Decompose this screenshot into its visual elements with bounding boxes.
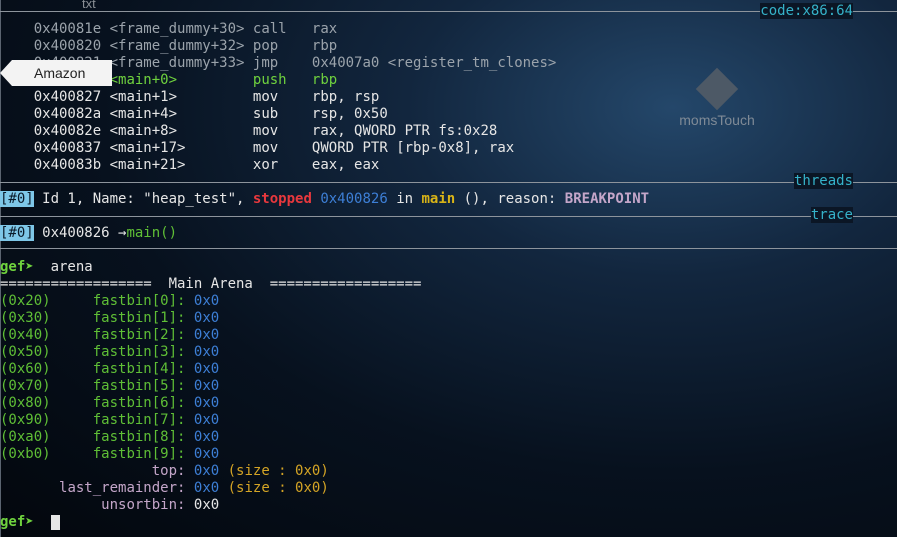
fastbin-row: (0x90) fastbin[7]: 0x0: [0, 412, 220, 428]
watermark: momsTouch: [672, 67, 762, 128]
watermark-label: momsTouch: [679, 112, 755, 128]
thread-state: stopped: [252, 191, 312, 207]
thread-index: [#0]: [0, 191, 34, 207]
trace-separator: [0, 216, 897, 217]
last-remainder-row: last_remainder: 0x0 (size : 0x0): [59, 480, 329, 496]
fastbin-row: (0x50) fastbin[3]: 0x0: [0, 344, 220, 360]
fastbin-row: (0xb0) fastbin[9]: 0x0: [0, 446, 220, 462]
fastbin-row: (0xa0) fastbin[8]: 0x0: [0, 429, 220, 445]
fastbin-row: (0x60) fastbin[4]: 0x0: [0, 361, 220, 377]
bottom-separator: [0, 248, 897, 249]
bookmark-tab-amazon[interactable]: Amazon: [0, 60, 112, 86]
threads-separator: [0, 182, 897, 183]
trace-index: [#0]: [0, 225, 34, 241]
disasm-line-5[interactable]: 0x40082a <main+4> sub rsp, 0x50: [0, 106, 388, 123]
section-label-trace: trace: [810, 207, 853, 223]
disasm-line-6[interactable]: 0x40082e <main+8> mov rax, QWORD PTR fs:…: [0, 123, 498, 140]
fastbin-row: (0x30) fastbin[1]: 0x0: [0, 310, 220, 326]
gef-prompt: gef➤: [0, 259, 34, 275]
gef-prompt: gef➤: [0, 514, 34, 530]
fastbin-row: (0x20) fastbin[0]: 0x0: [0, 293, 220, 309]
disasm-line-1[interactable]: 0x400820 <frame_dummy+32> pop rbp: [0, 38, 337, 55]
bookmark-label: Amazon: [34, 65, 86, 81]
unsortbin-row: unsortbin: 0x0: [101, 497, 220, 513]
arena-header: ================== Main Arena ==========…: [0, 276, 422, 292]
thread-line[interactable]: [#0] Id 1, Name: "heap_test", stopped 0x…: [0, 191, 649, 208]
top-chunk-row: top: 0x0 (size : 0x0): [151, 463, 329, 479]
moms-logo-icon: [695, 67, 739, 111]
stop-reason: BREAKPOINT: [564, 191, 650, 207]
disasm-line-4[interactable]: 0x400827 <main+1> mov rbp, rsp: [0, 89, 380, 106]
trace-line[interactable]: [#0] 0x400826 →main(): [0, 225, 177, 242]
section-label-code: code:x86:64: [760, 3, 853, 19]
terminal-window[interactable]: txt momsTouch code:x86:64 0x40081e <fram…: [0, 0, 897, 537]
text-cursor: [50, 514, 60, 530]
section-label-threads: threads: [793, 173, 853, 189]
disasm-line-0[interactable]: 0x40081e <frame_dummy+30> call rax: [0, 21, 337, 38]
disasm-line-7[interactable]: 0x400837 <main+17> mov QWORD PTR [rbp-0x…: [0, 140, 514, 157]
command-line-active[interactable]: gef➤: [0, 514, 60, 531]
fastbin-row: (0x70) fastbin[5]: 0x0: [0, 378, 220, 394]
disasm-line-8[interactable]: 0x40083b <main+21> xor eax, eax: [0, 157, 380, 174]
command-line[interactable]: gef➤ arena: [0, 259, 93, 276]
background-tab-label: txt: [82, 0, 96, 11]
fastbin-row: (0x40) fastbin[2]: 0x0: [0, 327, 220, 343]
fastbin-row: (0x80) fastbin[6]: 0x0: [0, 395, 220, 411]
